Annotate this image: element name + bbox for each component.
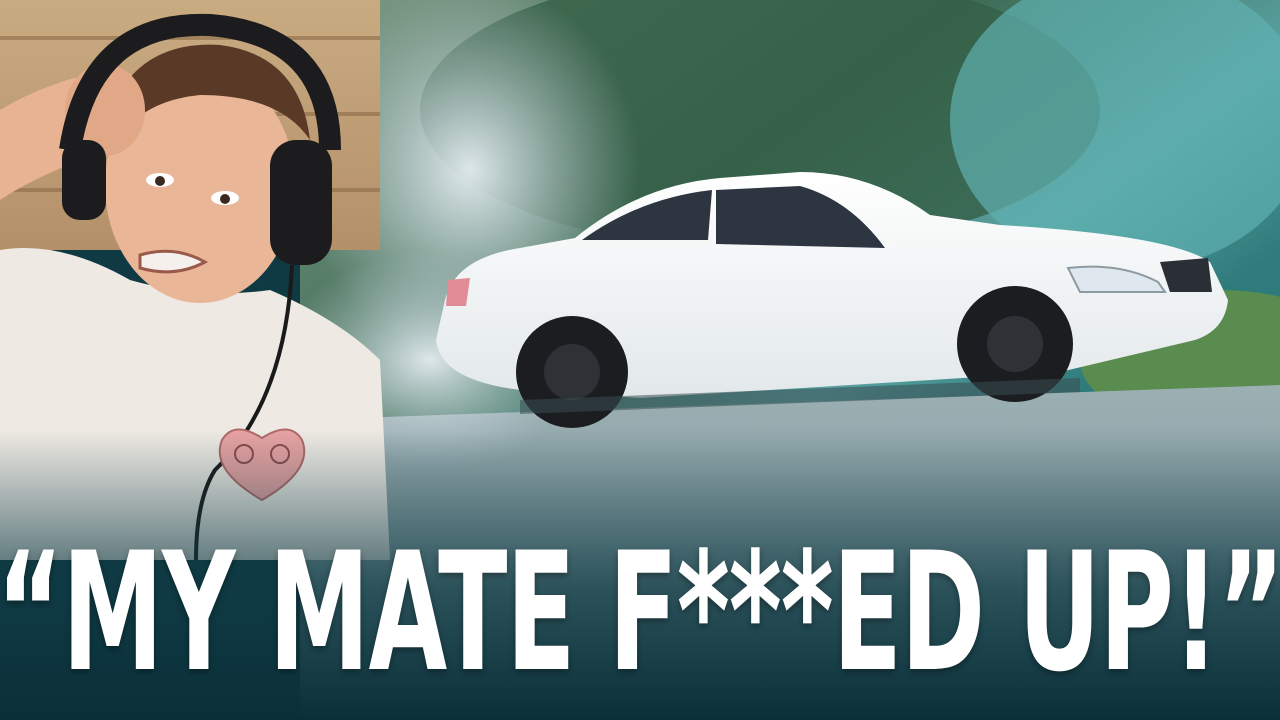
headline: “MY MATE F***ED UP!” — [0, 517, 1280, 708]
headphone-left-cup — [62, 140, 106, 220]
headphone-right-cup — [270, 140, 332, 265]
thumbnail: “MY MATE F***ED UP!” — [0, 0, 1280, 720]
